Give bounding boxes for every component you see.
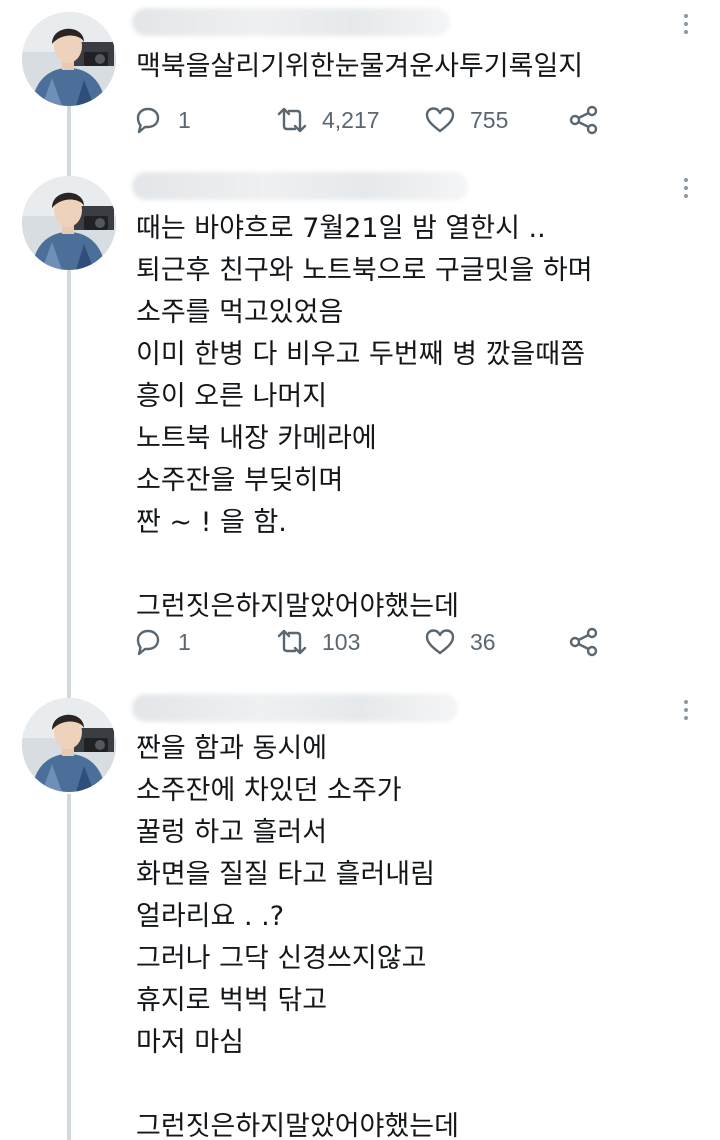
tweet-text: 때는 바야흐로 7월21일 밤 열한시 .. 퇴근후 친구와 노트북으로 구글밋… — [136, 208, 593, 628]
like-count: 755 — [470, 106, 509, 133]
tweet-line: 짠을 함과 동시에 — [136, 733, 328, 764]
tweet-line: 퇴근후 친구와 노트북으로 구글밋을 하며 — [136, 255, 593, 286]
like-count: 36 — [470, 628, 496, 655]
tweet-line: 꿀렁 하고 흘러서 — [136, 817, 328, 848]
tweet-line: 그러나 그닥 신경쓰지않고 — [136, 943, 427, 974]
retweet-button[interactable]: 103 — [276, 622, 360, 662]
tweet-actions: 1 4,217 755 — [132, 100, 612, 140]
thread-line — [67, 106, 71, 176]
reply-icon — [136, 629, 160, 656]
username-redacted — [132, 694, 458, 722]
retweet-icon — [277, 107, 307, 133]
like-button[interactable]: 755 — [424, 100, 508, 140]
tweet-line: 이미 한병 다 비우고 두번째 병 깠을때쯤 — [136, 339, 585, 370]
tweet-line: 노트북 내장 카메라에 — [136, 423, 377, 454]
tweet-line: 소주를 먹고있었음 — [136, 297, 344, 328]
tweet-line: 소주잔에 차있던 소주가 — [136, 775, 402, 806]
thread-line — [67, 794, 71, 1140]
tweet-text: 짠을 함과 동시에 소주잔에 차있던 소주가 꿀렁 하고 흘러서 화면을 질질 … — [136, 728, 459, 1140]
like-button[interactable]: 36 — [424, 622, 496, 662]
retweet-count: 103 — [322, 628, 361, 655]
avatar[interactable] — [22, 12, 116, 106]
tweet-line: 맥북을살리기위한눈물겨운사투기록일지 — [136, 51, 584, 82]
tweet-line: 휴지로 벅벅 닦고 — [136, 985, 328, 1016]
share-icon — [569, 105, 598, 135]
share-button[interactable] — [568, 622, 600, 662]
reply-count: 1 — [178, 106, 191, 133]
avatar[interactable] — [22, 698, 116, 792]
more-options-icon[interactable] — [682, 14, 690, 34]
avatar[interactable] — [22, 176, 116, 270]
reply-button[interactable]: 1 — [132, 100, 191, 140]
thread-line — [67, 270, 71, 698]
more-options-icon[interactable] — [682, 700, 690, 720]
avatar-image — [22, 12, 116, 106]
heart-icon — [425, 629, 455, 655]
share-button[interactable] — [568, 100, 600, 140]
tweet-line — [136, 1064, 459, 1106]
tweet-actions: 1 103 36 — [132, 622, 612, 662]
tweet-line: 짠 ~ ! 을 함. — [136, 507, 287, 538]
tweet-text: 맥북을살리기위한눈물겨운사투기록일지 — [136, 46, 583, 88]
retweet-icon — [277, 629, 307, 655]
tweet-line: 때는 바야흐로 7월21일 밤 열한시 .. — [136, 213, 546, 244]
tweet-line: 그런짓은하지말았어야했는데 — [136, 1111, 459, 1140]
reply-count: 1 — [178, 628, 191, 655]
tweet-line: 마저 마심 — [136, 1027, 244, 1058]
tweet-line — [136, 544, 593, 586]
tweet-line: 얼라리요 . .? — [136, 901, 285, 932]
heart-icon — [425, 107, 455, 133]
retweet-button[interactable]: 4,217 — [276, 100, 380, 140]
tweet-line: 화면을 질질 타고 흘러내림 — [136, 859, 435, 890]
avatar-image — [22, 176, 116, 270]
tweet-line: 소주잔을 부딪히며 — [136, 465, 344, 496]
more-options-icon[interactable] — [682, 178, 690, 198]
reply-button[interactable]: 1 — [132, 622, 191, 662]
reply-icon — [136, 107, 160, 134]
avatar-image — [22, 698, 116, 792]
username-redacted — [132, 8, 450, 36]
username-redacted — [132, 172, 468, 200]
retweet-count: 4,217 — [322, 106, 380, 133]
share-icon — [569, 627, 598, 657]
tweet-line: 흥이 오른 나머지 — [136, 381, 328, 412]
